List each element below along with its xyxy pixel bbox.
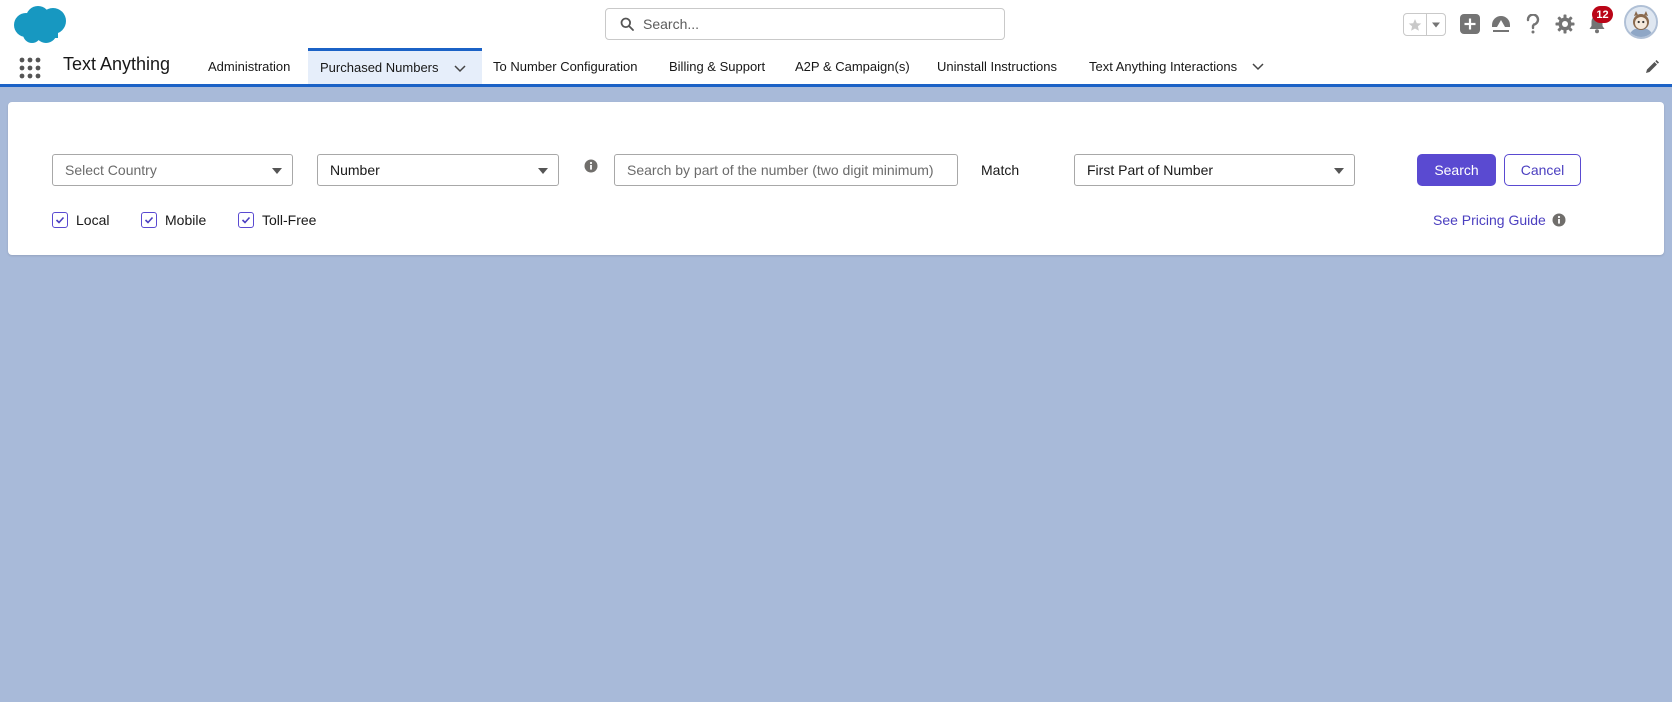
cancel-button[interactable]: Cancel	[1504, 154, 1581, 186]
search-type-select-value: Number	[330, 162, 380, 178]
checkbox-toll-free[interactable]: Toll-Free	[238, 212, 316, 228]
chevron-down-icon[interactable]	[453, 61, 467, 75]
checkbox-input[interactable]	[141, 212, 157, 228]
tab-label: Purchased Numbers	[320, 60, 439, 75]
global-search[interactable]	[605, 8, 1005, 40]
app-name: Text Anything	[63, 54, 171, 74]
avatar-astro-icon	[1626, 7, 1656, 37]
chevron-down-icon[interactable]	[1251, 59, 1265, 73]
info-icon[interactable]	[1552, 213, 1566, 227]
checkmark-icon	[144, 216, 154, 224]
checkmark-icon	[55, 216, 65, 224]
caret-down-icon	[538, 168, 548, 174]
number-search-card: Select Country Number Match First Part o…	[8, 102, 1664, 255]
checkmark-icon	[241, 216, 251, 224]
checkbox-label: Local	[76, 212, 110, 228]
checkbox-input[interactable]	[52, 212, 68, 228]
checkbox-input[interactable]	[238, 212, 254, 228]
favorites-button[interactable]	[1404, 14, 1427, 35]
country-select-value: Select Country	[65, 162, 157, 178]
checkbox-local[interactable]: Local	[52, 212, 109, 228]
trailhead-button[interactable]	[1489, 12, 1513, 36]
tab-label: Billing & Support	[669, 58, 766, 74]
app-nav-bar: Text Anything Administration Purchased N…	[0, 48, 1672, 87]
favorites-dropdown-button[interactable]	[1427, 14, 1445, 35]
chevron-down-icon	[1432, 22, 1440, 27]
pricing-guide-link[interactable]: See Pricing Guide	[1433, 212, 1566, 228]
match-type-select[interactable]: First Part of Number	[1074, 154, 1355, 186]
global-search-input[interactable]	[643, 16, 983, 32]
trailhead-icon	[1492, 16, 1510, 32]
tab-uninstall-instructions[interactable]: Uninstall Instructions	[925, 48, 1069, 84]
tab-label: Text Anything Interactions	[1089, 58, 1238, 74]
tab-label: Uninstall Instructions	[937, 58, 1057, 74]
number-search-input[interactable]	[614, 154, 958, 186]
search-icon	[620, 17, 634, 31]
gear-icon	[1555, 14, 1575, 34]
tab-label: A2P & Campaign(s)	[795, 58, 910, 74]
tab-billing-support[interactable]: Billing & Support	[657, 48, 777, 84]
help-icon	[1526, 14, 1540, 34]
tab-text-anything-interactions[interactable]: Text Anything Interactions	[1077, 48, 1277, 84]
add-icon	[1460, 14, 1480, 34]
tab-label: To Number Configuration	[493, 58, 638, 74]
tab-to-number-configuration[interactable]: To Number Configuration	[481, 48, 650, 84]
caret-down-icon	[1334, 168, 1344, 174]
checkbox-label: Mobile	[165, 212, 207, 228]
tab-purchased-numbers[interactable]: Purchased Numbers	[308, 48, 482, 84]
global-actions-button[interactable]	[1458, 12, 1482, 36]
help-button[interactable]	[1521, 12, 1545, 36]
salesforce-cloud-logo[interactable]	[10, 5, 70, 45]
checkbox-mobile[interactable]: Mobile	[141, 212, 206, 228]
search-type-select[interactable]: Number	[317, 154, 559, 186]
setup-button[interactable]	[1553, 12, 1577, 36]
info-icon[interactable]	[584, 159, 598, 173]
country-select[interactable]: Select Country	[52, 154, 293, 186]
pricing-guide-label: See Pricing Guide	[1433, 212, 1546, 228]
tab-administration[interactable]: Administration	[196, 48, 302, 84]
pencil-icon[interactable]	[1645, 60, 1659, 74]
caret-down-icon	[272, 168, 282, 174]
favorites-group	[1403, 13, 1446, 36]
match-type-select-value: First Part of Number	[1087, 162, 1214, 178]
star-icon	[1408, 18, 1422, 31]
avatar[interactable]	[1624, 5, 1658, 39]
global-header: 12	[0, 0, 1672, 48]
app-launcher-icon[interactable]	[19, 57, 41, 79]
search-button[interactable]: Search	[1417, 154, 1496, 186]
notification-count-badge: 12	[1592, 6, 1613, 23]
tab-a2p-campaigns[interactable]: A2P & Campaign(s)	[783, 48, 922, 84]
checkbox-label: Toll-Free	[262, 212, 317, 228]
match-label: Match	[981, 162, 1020, 178]
tab-label: Administration	[208, 58, 291, 74]
